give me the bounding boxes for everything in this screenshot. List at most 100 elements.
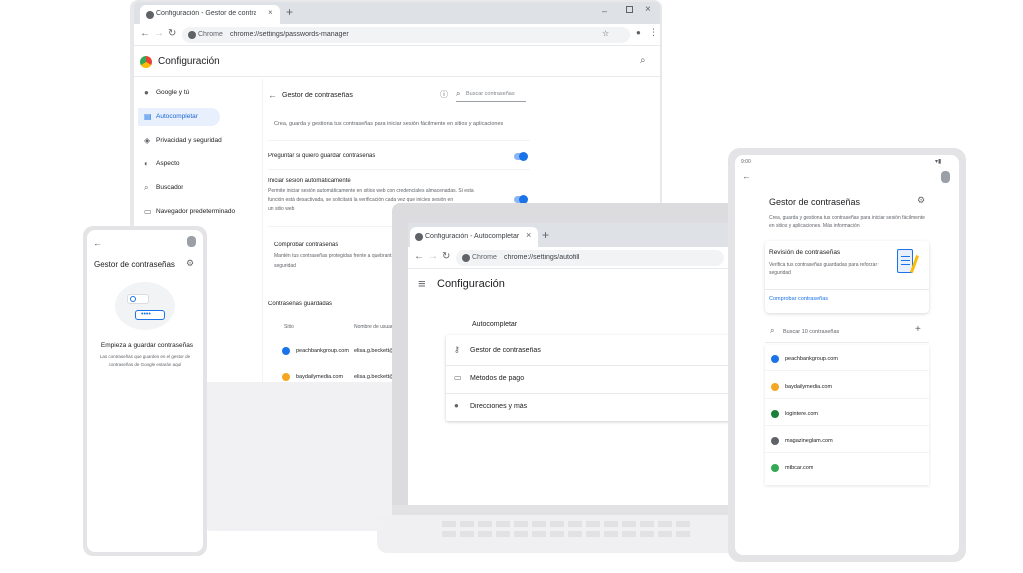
- close-icon[interactable]: ×: [526, 230, 531, 240]
- minimize-icon[interactable]: –: [602, 6, 607, 16]
- close-icon[interactable]: ×: [268, 8, 273, 17]
- password-field-illustration: [127, 294, 149, 304]
- tab-title: Configuración - Autocompletar: [425, 233, 520, 240]
- site-name: magazineglam.com: [785, 438, 833, 444]
- hamburger-menu-icon[interactable]: ≡: [418, 276, 426, 291]
- divider: [268, 140, 530, 141]
- row-user: elisa.g.beckett@gmail.com: [354, 374, 394, 380]
- sidebar-item-appearance[interactable]: ◐ Aspecto: [138, 155, 258, 173]
- laptop-stand-base: [205, 381, 395, 531]
- tablet-search[interactable]: ⌕ Buscar 10 contraseñas +: [765, 321, 929, 343]
- menu-icon[interactable]: ⋮: [649, 27, 658, 38]
- avatar[interactable]: [187, 236, 196, 247]
- check-desc: seguridad: [274, 263, 296, 269]
- sidebar-item-label: Google y tú: [156, 89, 190, 96]
- site-favicon: [771, 410, 779, 418]
- phone-title: Gestor de contraseñas: [94, 260, 175, 269]
- autofill-item-payments[interactable]: ▭ Métodos de pago: [446, 366, 728, 392]
- profile-icon[interactable]: ●: [636, 28, 641, 37]
- sidebar-item-autofill[interactable]: ▤ Autocompletar: [138, 108, 220, 126]
- star-icon[interactable]: ☆: [602, 29, 609, 38]
- offer-save-label: Preguntar si quiero guardar contraseñas: [268, 153, 376, 159]
- list-item[interactable]: magazineglam.com: [765, 429, 929, 453]
- sidebar-item-label: Aspecto: [156, 160, 180, 167]
- search-placeholder: Buscar contraseñas: [466, 91, 515, 97]
- list-item[interactable]: logintere.com: [765, 402, 929, 426]
- omnibox-label: Chrome: [198, 31, 223, 38]
- reload-icon[interactable]: ↻: [442, 251, 450, 262]
- omnibox[interactable]: Chrome chrome://settings/autofill: [456, 250, 724, 266]
- help-icon[interactable]: ⓘ: [440, 89, 448, 100]
- back-arrow-icon[interactable]: ←: [742, 171, 751, 181]
- autofill-item-label: Direcciones y más: [470, 403, 528, 410]
- check-passwords-link[interactable]: Comprobar contraseñas: [769, 296, 828, 302]
- chrome-settings-icon: [415, 233, 423, 241]
- saved-title: Contraseñas guardadas: [268, 301, 333, 307]
- row-site: baydailymedia.com: [296, 374, 344, 380]
- offer-save-toggle[interactable]: [514, 152, 528, 161]
- search-icon: ⌕: [770, 326, 775, 335]
- autofill-item-label: Gestor de contraseñas: [470, 347, 541, 354]
- review-desc: Verifica tus contraseñas guardadas para …: [769, 262, 879, 268]
- settings-title: Configuración: [158, 56, 220, 67]
- close-window-icon[interactable]: ×: [645, 4, 651, 15]
- new-tab-button[interactable]: +: [286, 5, 293, 19]
- forward-arrow-icon[interactable]: →: [428, 251, 438, 262]
- sidebar-item-label: Navegador predeterminado: [156, 208, 236, 215]
- location-pin-icon: ●: [454, 401, 459, 410]
- avatar[interactable]: [941, 171, 950, 183]
- site-favicon: [771, 383, 779, 391]
- row-site: peachbankgroup.com: [296, 348, 349, 354]
- tablet-description: Crea, guarda y gestiona tus contraseñas …: [769, 215, 925, 221]
- forward-arrow-icon[interactable]: →: [154, 28, 164, 39]
- password-dots-illustration: ••••: [135, 310, 165, 320]
- search-icon[interactable]: ⌕: [640, 55, 646, 66]
- tab-autofill[interactable]: Configuración - Autocompletar ×: [410, 227, 538, 247]
- autofill-item-passwords[interactable]: ⚷ Gestor de contraseñas: [446, 338, 728, 364]
- new-tab-button[interactable]: +: [542, 228, 549, 242]
- review-desc: seguridad: [769, 270, 791, 276]
- auto-signin-desc: Permite iniciar sesión automáticamente e…: [268, 188, 474, 194]
- illustration: [115, 282, 175, 330]
- site-name: peachbankgroup.com: [785, 356, 838, 362]
- back-arrow-icon[interactable]: ←: [414, 251, 424, 262]
- empty-desc: Las contraseñas que guardes en el gestor…: [99, 354, 191, 359]
- reload-icon[interactable]: ↻: [168, 28, 176, 39]
- divider: [765, 289, 929, 290]
- site-name: logintere.com: [785, 411, 819, 417]
- back-arrow-icon[interactable]: ←: [268, 90, 277, 100]
- add-password-button[interactable]: +: [915, 324, 921, 335]
- laptop2-screen: Configuración - Autocompletar × + ← → ↻ …: [408, 223, 728, 505]
- line: [901, 260, 910, 261]
- list-item[interactable]: peachbankgroup.com: [765, 347, 929, 371]
- gear-icon[interactable]: ⚙: [186, 258, 194, 269]
- omnibox[interactable]: Chrome chrome://settings/passwords-manag…: [182, 27, 630, 43]
- settings-title: Configuración: [437, 278, 505, 290]
- autofill-item-addresses[interactable]: ● Direcciones y más: [446, 394, 728, 420]
- sidebar-item-google[interactable]: ● Google y tú: [138, 84, 258, 102]
- line: [901, 264, 910, 265]
- site-favicon: [771, 437, 779, 445]
- site-favicon: [282, 347, 290, 355]
- list-item[interactable]: mtbcar.com: [765, 456, 929, 480]
- autofill-item-label: Métodos de pago: [470, 375, 525, 382]
- tablet-title: Gestor de contraseñas: [769, 197, 861, 207]
- col-site: Sitio: [284, 324, 294, 330]
- tab-passwords[interactable]: Configuración - Gestor de contraseñas ×: [140, 5, 280, 24]
- maximize-icon[interactable]: [626, 6, 633, 13]
- list-item[interactable]: baydailymedia.com: [765, 375, 929, 399]
- auto-signin-toggle[interactable]: [514, 195, 528, 204]
- password-search[interactable]: ⌕ Buscar contraseñas: [456, 88, 526, 102]
- sidebar-item-search[interactable]: ⌕ Buscador: [138, 179, 258, 197]
- search-icon: ⌕: [144, 183, 149, 192]
- site-favicon: [282, 373, 290, 381]
- gear-icon[interactable]: ⚙: [917, 195, 925, 206]
- back-arrow-icon[interactable]: ←: [140, 28, 150, 39]
- key-icon: ⚷: [454, 345, 460, 354]
- sidebar-item-default-browser[interactable]: ▭ Navegador predeterminado: [138, 203, 258, 221]
- panel-title: Gestor de contraseñas: [282, 92, 353, 99]
- divider: [268, 169, 530, 170]
- back-arrow-icon[interactable]: ←: [93, 238, 102, 248]
- sidebar-item-privacy[interactable]: ◈ Privacidad y seguridad: [138, 132, 258, 150]
- credit-card-icon: ▭: [454, 373, 462, 382]
